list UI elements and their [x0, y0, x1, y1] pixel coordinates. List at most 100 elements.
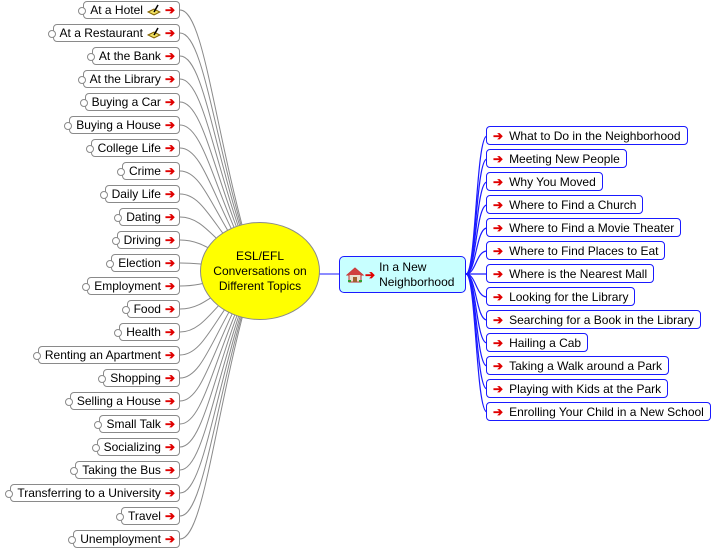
- link-arrow-icon[interactable]: ➔: [165, 118, 175, 132]
- link-arrow-icon[interactable]: ➔: [493, 221, 503, 235]
- collapse-knob-icon[interactable]: [82, 283, 91, 291]
- collapse-knob-icon[interactable]: [86, 53, 95, 61]
- link-arrow-icon[interactable]: ➔: [165, 187, 175, 201]
- left-topic-node[interactable]: Food ➔: [121, 300, 180, 318]
- link-arrow-icon[interactable]: ➔: [493, 267, 503, 281]
- collapse-knob-icon[interactable]: [111, 237, 120, 245]
- link-arrow-icon[interactable]: ➔: [165, 279, 175, 293]
- collapse-knob-icon[interactable]: [77, 76, 86, 84]
- link-arrow-icon[interactable]: ➔: [493, 244, 503, 258]
- left-topic-node[interactable]: College Life ➔: [85, 139, 180, 157]
- left-topic-node[interactable]: At a Hotel ➔: [78, 1, 180, 19]
- collapse-knob-icon[interactable]: [94, 421, 103, 429]
- right-topic-node[interactable]: ➔ Taking a Walk around a Park: [486, 356, 670, 375]
- collapse-knob-icon[interactable]: [85, 145, 94, 153]
- link-arrow-icon[interactable]: ➔: [493, 405, 503, 419]
- link-arrow-icon[interactable]: ➔: [165, 233, 175, 247]
- collapse-knob-icon[interactable]: [114, 329, 123, 337]
- left-topic-node[interactable]: At the Bank ➔: [86, 47, 180, 65]
- collapse-knob-icon[interactable]: [91, 444, 100, 452]
- link-arrow-icon[interactable]: ➔: [165, 348, 175, 362]
- left-topic-node[interactable]: Health ➔: [114, 323, 180, 341]
- link-arrow-icon[interactable]: ➔: [365, 268, 375, 282]
- left-topic-node[interactable]: Socializing ➔: [91, 438, 180, 456]
- right-topic-node[interactable]: ➔ Looking for the Library: [486, 287, 636, 306]
- link-arrow-icon[interactable]: ➔: [165, 72, 175, 86]
- collapse-knob-icon[interactable]: [70, 467, 79, 475]
- link-arrow-icon[interactable]: ➔: [165, 164, 175, 178]
- right-topic-node[interactable]: ➔ Where to Find a Church: [486, 195, 644, 214]
- collapse-knob-icon[interactable]: [106, 260, 115, 268]
- left-topic-node[interactable]: Buying a Car ➔: [79, 93, 180, 111]
- left-topic-node[interactable]: Daily Life ➔: [99, 185, 180, 203]
- left-topic-node[interactable]: Selling a House ➔: [64, 392, 180, 410]
- link-arrow-icon[interactable]: ➔: [165, 463, 175, 477]
- collapse-knob-icon[interactable]: [121, 306, 130, 314]
- link-arrow-icon[interactable]: ➔: [165, 26, 175, 40]
- left-topic-node[interactable]: Shopping ➔: [98, 369, 180, 387]
- collapse-knob-icon[interactable]: [98, 375, 107, 383]
- link-arrow-icon[interactable]: ➔: [493, 290, 503, 304]
- link-arrow-icon[interactable]: ➔: [165, 302, 175, 316]
- right-topic-node[interactable]: ➔ Playing with Kids at the Park: [486, 379, 669, 398]
- link-arrow-icon[interactable]: ➔: [165, 509, 175, 523]
- left-topic-node[interactable]: Employment ➔: [82, 277, 180, 295]
- left-topic-node[interactable]: Buying a House ➔: [64, 116, 180, 134]
- link-arrow-icon[interactable]: ➔: [165, 394, 175, 408]
- left-topic-node[interactable]: Renting an Apartment ➔: [32, 346, 180, 364]
- left-topic-node[interactable]: Transferring to a University ➔: [5, 484, 180, 502]
- link-arrow-icon[interactable]: ➔: [493, 336, 503, 350]
- link-arrow-icon[interactable]: ➔: [165, 325, 175, 339]
- collapse-knob-icon[interactable]: [32, 352, 41, 360]
- left-topic-node[interactable]: Election ➔: [106, 254, 180, 272]
- link-arrow-icon[interactable]: ➔: [165, 532, 175, 546]
- right-topic-node[interactable]: ➔ Where to Find a Movie Theater: [486, 218, 682, 237]
- collapse-knob-icon[interactable]: [64, 398, 73, 406]
- right-topic-node[interactable]: ➔ Hailing a Cab: [486, 333, 589, 352]
- link-arrow-icon[interactable]: ➔: [165, 95, 175, 109]
- link-arrow-icon[interactable]: ➔: [165, 371, 175, 385]
- link-arrow-icon[interactable]: ➔: [493, 313, 503, 327]
- right-topic-node[interactable]: ➔ Where to Find Places to Eat: [486, 241, 666, 260]
- central-topic[interactable]: ESL/EFL Conversations on Different Topic…: [200, 222, 320, 320]
- left-topic-node[interactable]: Crime ➔: [116, 162, 180, 180]
- link-arrow-icon[interactable]: ➔: [165, 256, 175, 270]
- collapse-knob-icon[interactable]: [47, 30, 56, 38]
- right-topic-node[interactable]: ➔ What to Do in the Neighborhood: [486, 126, 688, 145]
- left-topic-node[interactable]: At a Restaurant ➔: [47, 24, 180, 42]
- link-arrow-icon[interactable]: ➔: [165, 486, 175, 500]
- collapse-knob-icon[interactable]: [116, 513, 125, 521]
- right-topic-node[interactable]: ➔ Searching for a Book in the Library: [486, 310, 701, 329]
- link-arrow-icon[interactable]: ➔: [165, 210, 175, 224]
- left-topic-node[interactable]: Taking the Bus ➔: [70, 461, 180, 479]
- left-topic-node[interactable]: Unemployment ➔: [68, 530, 180, 548]
- collapse-knob-icon[interactable]: [116, 168, 125, 176]
- link-arrow-icon[interactable]: ➔: [165, 49, 175, 63]
- link-arrow-icon[interactable]: ➔: [165, 141, 175, 155]
- link-arrow-icon[interactable]: ➔: [165, 417, 175, 431]
- left-topic-node[interactable]: Small Talk ➔: [94, 415, 180, 433]
- link-arrow-icon[interactable]: ➔: [493, 152, 503, 166]
- collapse-knob-icon[interactable]: [114, 214, 123, 222]
- left-topic-node[interactable]: Dating ➔: [114, 208, 180, 226]
- right-topic-node[interactable]: ➔ Meeting New People: [486, 149, 627, 168]
- left-topic-node[interactable]: Travel ➔: [116, 507, 180, 525]
- left-topic-node[interactable]: At the Library ➔: [77, 70, 180, 88]
- link-arrow-icon[interactable]: ➔: [493, 382, 503, 396]
- link-arrow-icon[interactable]: ➔: [493, 198, 503, 212]
- link-arrow-icon[interactable]: ➔: [493, 359, 503, 373]
- collapse-knob-icon[interactable]: [78, 7, 87, 15]
- link-arrow-icon[interactable]: ➔: [493, 129, 503, 143]
- collapse-knob-icon[interactable]: [5, 490, 14, 498]
- left-topic-node[interactable]: Driving ➔: [111, 231, 180, 249]
- right-topic-node[interactable]: ➔ Enrolling Your Child in a New School: [486, 402, 711, 421]
- link-arrow-icon[interactable]: ➔: [165, 440, 175, 454]
- collapse-knob-icon[interactable]: [79, 99, 88, 107]
- subtopic-in-a-new-neighborhood[interactable]: ➔ In a New Neighborhood: [339, 256, 466, 293]
- collapse-knob-icon[interactable]: [64, 122, 73, 130]
- right-topic-node[interactable]: ➔ Where is the Nearest Mall: [486, 264, 655, 283]
- link-arrow-icon[interactable]: ➔: [165, 3, 175, 17]
- right-topic-node[interactable]: ➔ Why You Moved: [486, 172, 603, 191]
- collapse-knob-icon[interactable]: [99, 191, 108, 199]
- collapse-knob-icon[interactable]: [68, 536, 77, 544]
